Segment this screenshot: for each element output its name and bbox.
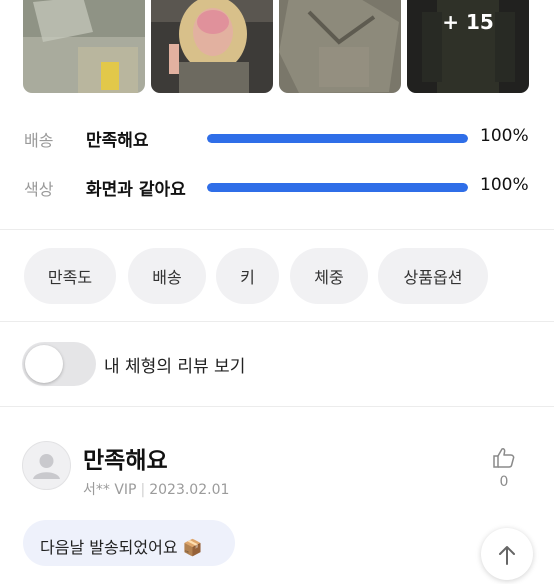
my-body-type-toggle[interactable] bbox=[22, 342, 96, 386]
rating-bar-fill bbox=[207, 134, 468, 143]
review-photo-2[interactable] bbox=[151, 0, 273, 93]
rating-value: 만족해요 bbox=[86, 131, 149, 151]
review-title: 만족해요 bbox=[83, 448, 168, 474]
rating-row-color: 색상 화면과 같아요 100% bbox=[0, 172, 554, 202]
filter-chip-delivery[interactable]: 배송 bbox=[128, 248, 206, 304]
rating-row-delivery: 배송 만족해요 100% bbox=[0, 123, 554, 153]
filter-chip-height[interactable]: 키 bbox=[216, 248, 279, 304]
review-tag: 다음날 발송되었어요 📦 bbox=[23, 520, 235, 566]
review-photo-4[interactable]: + 15 bbox=[407, 0, 529, 93]
review-tag-label: 다음날 발송되었어요 bbox=[40, 538, 178, 557]
photo-2-image bbox=[151, 0, 273, 93]
review-grade: VIP bbox=[114, 482, 137, 498]
rating-category: 배송 bbox=[24, 131, 54, 150]
rating-bar bbox=[207, 134, 468, 143]
rating-bar-fill bbox=[207, 183, 468, 192]
like-count: 0 bbox=[499, 474, 509, 490]
rating-percent: 100% bbox=[480, 126, 529, 146]
review-photo-3[interactable] bbox=[279, 0, 401, 93]
divider bbox=[0, 406, 554, 407]
photo-3-image bbox=[279, 0, 401, 93]
toggle-knob bbox=[25, 345, 63, 383]
review-meta: 서** VIP | 2023.02.01 bbox=[83, 479, 229, 499]
rating-bar bbox=[207, 183, 468, 192]
divider bbox=[0, 321, 554, 322]
package-icon: 📦 bbox=[182, 538, 203, 557]
scroll-to-top-button[interactable] bbox=[481, 528, 533, 580]
rating-category: 색상 bbox=[24, 180, 54, 199]
divider bbox=[0, 229, 554, 230]
more-photos-count: + 15 bbox=[442, 10, 494, 34]
like-button[interactable] bbox=[488, 447, 520, 473]
toggle-label: 내 체형의 리뷰 보기 bbox=[104, 357, 246, 377]
review-date: 2023.02.01 bbox=[149, 482, 230, 498]
filter-chip-satisfaction[interactable]: 만족도 bbox=[24, 248, 116, 304]
review-photo-strip: + 15 bbox=[0, 0, 554, 94]
filter-chip-weight[interactable]: 체중 bbox=[290, 248, 368, 304]
review-tag-text: 다음날 발송되었어요 📦 bbox=[40, 534, 203, 558]
review-author: 서** bbox=[83, 482, 110, 498]
thumbs-up-icon bbox=[493, 448, 515, 468]
filter-chip-product-option[interactable]: 상품옵션 bbox=[378, 248, 488, 304]
user-icon bbox=[33, 454, 60, 479]
meta-separator: | bbox=[140, 482, 146, 498]
arrow-up-icon bbox=[499, 546, 515, 565]
photo-1-image bbox=[23, 0, 145, 93]
avatar bbox=[22, 441, 71, 490]
rating-value: 화면과 같아요 bbox=[86, 180, 186, 200]
rating-percent: 100% bbox=[480, 175, 529, 195]
review-photo-1[interactable] bbox=[23, 0, 145, 93]
